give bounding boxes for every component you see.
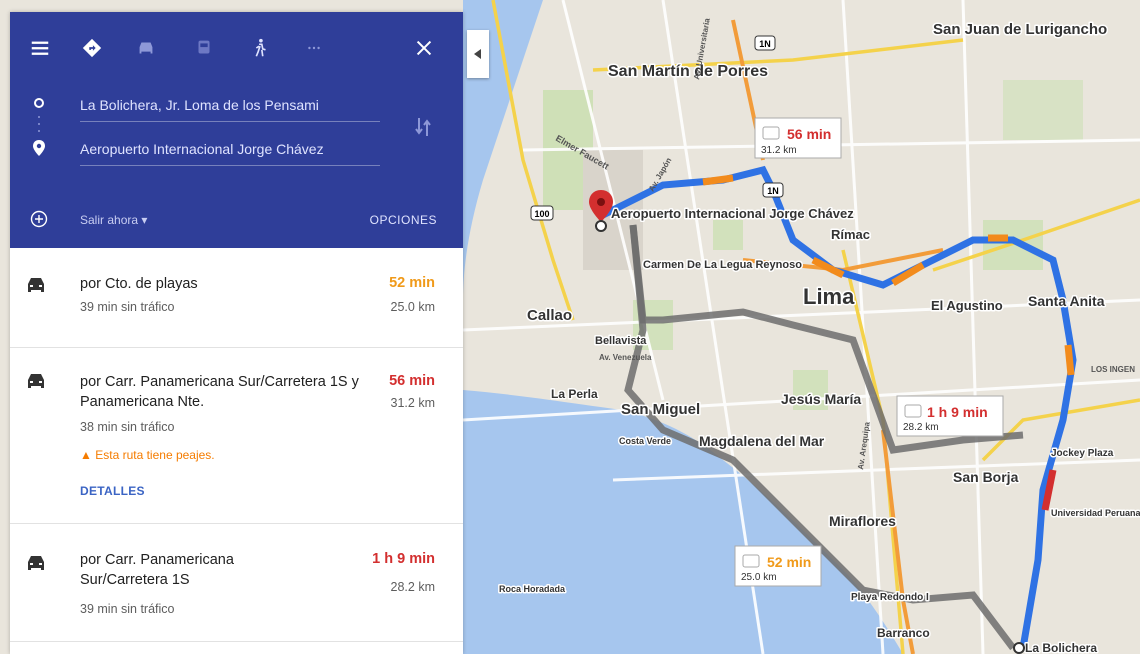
highway-shield-1n-b: 1N xyxy=(762,182,784,198)
label-la-bolichera: La Bolichera xyxy=(1025,641,1097,654)
label-la-perla: La Perla xyxy=(551,387,598,401)
route-traffic: 39 min sin tráfico xyxy=(80,300,175,314)
highway-shield-100: 100 xyxy=(530,205,554,221)
label-av-venezuela: Av. Venezuela xyxy=(599,353,652,362)
svg-text:28.2 km: 28.2 km xyxy=(903,422,939,433)
driving-icon[interactable] xyxy=(134,36,158,60)
menu-icon[interactable] xyxy=(28,36,52,60)
label-miraflores: Miraflores xyxy=(829,513,896,529)
close-icon[interactable] xyxy=(412,36,436,60)
label-barranco: Barranco xyxy=(877,626,930,640)
depart-time-select[interactable]: Salir ahora ▾ xyxy=(80,213,147,227)
label-jockey: Jockey Plaza xyxy=(1051,448,1114,459)
label-airport: Aeropuerto Internacional Jorge Chávez xyxy=(611,206,854,221)
swap-icon[interactable] xyxy=(414,116,432,138)
route-option[interactable]: por Cto. de playas 52 min 39 min sin trá… xyxy=(10,248,463,348)
callout-route-1h9[interactable]: 1 h 9 min 28.2 km xyxy=(896,395,1004,437)
label-bellavista: Bellavista xyxy=(595,335,647,347)
route-time: 52 min xyxy=(389,275,435,291)
route-title: por Carr. Panamericana Sur/Carretera 1S xyxy=(80,552,234,588)
toll-warning: ▲ Esta ruta tiene peajes. xyxy=(80,448,215,462)
car-icon xyxy=(28,278,44,292)
svg-text:52 min: 52 min xyxy=(767,554,811,570)
destination-pin-icon xyxy=(33,140,45,156)
label-jesus-maria: Jesús María xyxy=(781,391,861,407)
route-title: por Cto. de playas xyxy=(80,276,198,292)
highway-shield-1n: 1N xyxy=(754,35,776,51)
label-san-martin: San Martín de Porres xyxy=(608,63,768,80)
label-san-borja: San Borja xyxy=(953,469,1019,485)
maps-app: San Martín de Porres San Juan de Lurigan… xyxy=(0,0,1140,654)
label-san-miguel: San Miguel xyxy=(621,401,700,418)
chevron-down-icon: ▾ xyxy=(141,213,148,227)
origin-input[interactable]: La Bolichera, Jr. Loma de los Pensami xyxy=(80,88,380,122)
svg-text:1N: 1N xyxy=(767,186,779,196)
label-roca: Roca Horadada xyxy=(499,584,566,594)
car-icon xyxy=(28,556,44,570)
label-costa-verde: Costa Verde xyxy=(619,436,671,446)
route-distance: 28.2 km xyxy=(390,580,435,594)
svg-text:1N: 1N xyxy=(759,39,771,49)
car-icon xyxy=(28,374,44,388)
transit-icon[interactable] xyxy=(192,36,216,60)
svg-text:1 h 9 min: 1 h 9 min xyxy=(927,404,988,420)
label-upc: Universidad Peruana de Ciencias Aplicada… xyxy=(1051,508,1140,518)
details-link[interactable]: DETALLES xyxy=(80,484,145,498)
directions-icon[interactable] xyxy=(80,36,104,60)
label-santa-anita: Santa Anita xyxy=(1028,293,1105,309)
svg-text:31.2 km: 31.2 km xyxy=(761,145,797,156)
svg-text:25.0 km: 25.0 km xyxy=(741,572,777,583)
walking-icon[interactable] xyxy=(248,36,272,60)
route-traffic: 39 min sin tráfico xyxy=(80,602,175,616)
origin-circle-icon xyxy=(34,98,44,108)
label-los-inge: LOS INGEN xyxy=(1091,365,1135,374)
origin-marker[interactable] xyxy=(1013,642,1025,654)
route-option[interactable]: por Carr. Panamericana Sur/Carretera 1S … xyxy=(10,524,463,642)
destination-input[interactable]: Aeropuerto Internacional Jorge Chávez xyxy=(80,132,380,166)
svg-text:100: 100 xyxy=(534,209,549,219)
route-time: 56 min xyxy=(389,373,435,389)
callout-route-56[interactable]: 56 min 31.2 km xyxy=(754,117,842,159)
directions-panel: La Bolichera, Jr. Loma de los Pensami Ae… xyxy=(10,12,463,654)
route-traffic: 38 min sin tráfico xyxy=(80,420,175,434)
label-magdalena: Magdalena del Mar xyxy=(699,433,825,449)
label-el-agustino: El Agustino xyxy=(931,298,1003,313)
label-playa: Playa Redondo I xyxy=(851,592,929,603)
label-lima: Lima xyxy=(803,284,855,309)
map-canvas[interactable]: San Martín de Porres San Juan de Lurigan… xyxy=(463,0,1140,654)
caret-left-icon xyxy=(474,49,481,59)
label-callao: Callao xyxy=(527,307,572,324)
more-icon[interactable] xyxy=(302,36,326,60)
add-destination-icon[interactable] xyxy=(30,210,48,228)
warning-icon: ▲ xyxy=(80,448,92,462)
route-option[interactable]: por Carr. Panamericana Sur/Carretera 1S … xyxy=(10,348,463,524)
directions-header: La Bolichera, Jr. Loma de los Pensami Ae… xyxy=(10,12,463,248)
callout-route-52[interactable]: 52 min 25.0 km xyxy=(734,545,822,587)
options-button[interactable]: OPCIONES xyxy=(370,213,437,227)
label-rimac: Rímac xyxy=(831,227,870,242)
route-time: 1 h 9 min xyxy=(372,551,435,567)
label-carmen: Carmen De La Legua Reynoso xyxy=(643,259,802,271)
svg-text:56 min: 56 min xyxy=(787,126,831,142)
collapse-panel-button[interactable] xyxy=(467,30,489,78)
label-sjl: San Juan de Lurigancho xyxy=(933,21,1107,38)
route-distance: 31.2 km xyxy=(390,396,435,410)
route-dots-icon xyxy=(38,116,40,132)
route-distance: 25.0 km xyxy=(390,300,435,314)
route-title: por Carr. Panamericana Sur/Carretera 1S … xyxy=(80,374,359,410)
